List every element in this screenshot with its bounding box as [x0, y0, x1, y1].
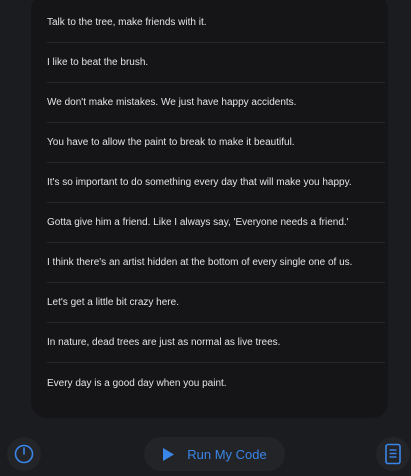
- list-item-label: We don't make mistakes. We just have hap…: [47, 97, 297, 108]
- play-icon: [162, 447, 175, 462]
- list-item-label: I think there's an artist hidden at the …: [47, 257, 353, 268]
- list-item-label: In nature, dead trees are just as normal…: [47, 337, 281, 348]
- document-button[interactable]: [376, 437, 410, 471]
- list-item[interactable]: We don't make mistakes. We just have hap…: [47, 83, 385, 123]
- timer-button[interactable]: [7, 437, 41, 471]
- list-item[interactable]: In nature, dead trees are just as normal…: [47, 323, 385, 363]
- list-item-label: Gotta give him a friend. Like I always s…: [47, 217, 349, 228]
- list-panel: Talk to the tree, make friends with it. …: [31, 0, 388, 418]
- list-item-label: Let's get a little bit crazy here.: [47, 297, 179, 308]
- list-item-label: You have to allow the paint to break to …: [47, 137, 295, 148]
- list-item[interactable]: I think there's an artist hidden at the …: [47, 243, 385, 283]
- timer-icon: [13, 443, 35, 465]
- list-item[interactable]: Every day is a good day when you paint.: [47, 363, 385, 403]
- document-icon: [384, 443, 402, 465]
- list-item[interactable]: Gotta give him a friend. Like I always s…: [47, 203, 385, 243]
- list-item[interactable]: It's so important to do something every …: [47, 163, 385, 203]
- run-code-button[interactable]: Run My Code: [144, 437, 285, 471]
- list-item-label: Every day is a good day when you paint.: [47, 377, 227, 389]
- list-item[interactable]: I like to beat the brush.: [47, 43, 385, 83]
- list-item-label: It's so important to do something every …: [47, 177, 352, 188]
- list-item-label: I like to beat the brush.: [47, 57, 149, 68]
- list-item-label: Talk to the tree, make friends with it.: [47, 17, 207, 28]
- list-item[interactable]: You have to allow the paint to break to …: [47, 123, 385, 163]
- quote-list: Talk to the tree, make friends with it. …: [47, 3, 385, 403]
- run-code-label: Run My Code: [187, 446, 267, 462]
- list-item[interactable]: Talk to the tree, make friends with it.: [47, 3, 385, 43]
- list-item[interactable]: Let's get a little bit crazy here.: [47, 283, 385, 323]
